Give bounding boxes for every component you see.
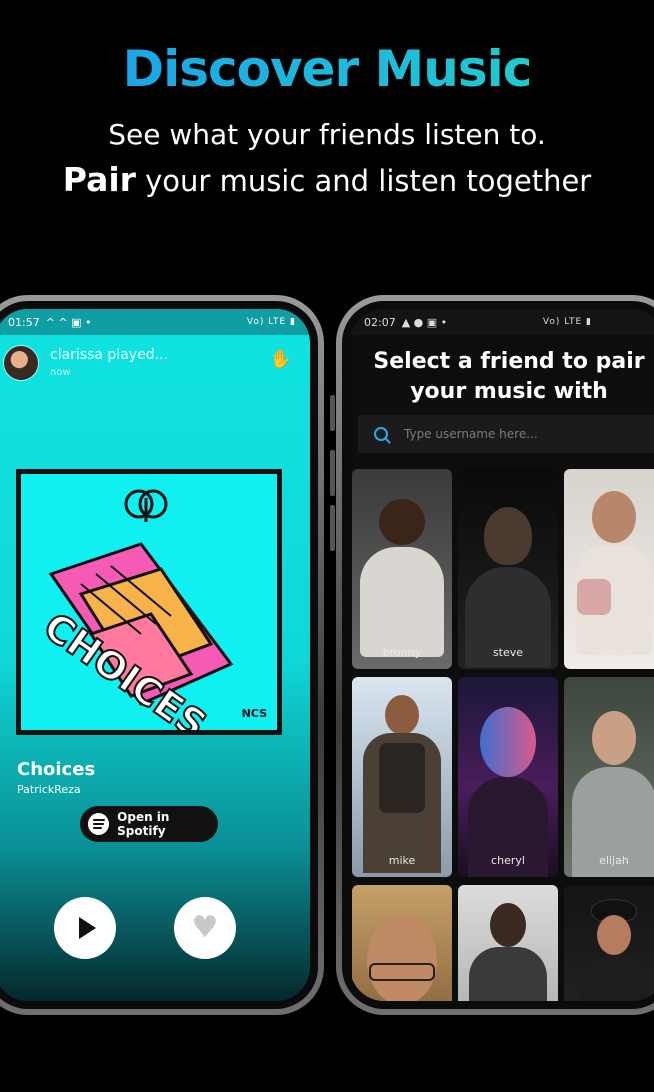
side-button (330, 450, 335, 496)
pair-friend-screen: 02:07 ▲ ● ▣ • Vo) LTE ▮ Select a friend … (350, 309, 654, 1001)
friend-card-bronny[interactable]: bronny (352, 469, 452, 669)
friend-card-elijah[interactable]: elijah (564, 677, 654, 877)
side-button (330, 505, 335, 551)
friend-card[interactable] (352, 885, 452, 1001)
heart-icon: ♥ (191, 910, 219, 945)
friend-name: mike (388, 854, 416, 867)
album-cover: CHOICES NCS (16, 469, 282, 735)
tagline-line-1: See what your friends listen to. (108, 118, 546, 151)
left-phone-mockup: 01:57 ^ ^ ▣ • Vo) LTE ▮ clarissa played.… (0, 295, 324, 1015)
right-phone-mockup: 02:07 ▲ ● ▣ • Vo) LTE ▮ Select a friend … (336, 295, 654, 1015)
friend-card-steve[interactable]: steve (458, 469, 558, 669)
status-time: 01:57 (8, 315, 40, 329)
status-bar: 02:07 ▲ ● ▣ • Vo) LTE ▮ (350, 309, 654, 335)
friend-name: tamara (594, 646, 634, 659)
friend-name: cheryl (491, 854, 525, 867)
play-button[interactable] (54, 897, 116, 959)
status-signal: Vo) LTE ▮ (542, 317, 592, 327)
pair-screen-title: Select a friend to pair your music with (373, 349, 645, 404)
page-headline: Discover Music (0, 40, 654, 98)
search-input[interactable]: Type username here... (404, 427, 538, 441)
like-button[interactable]: ♥ (174, 897, 236, 959)
friend-name: steve (492, 646, 524, 659)
label-logo: NCS (241, 707, 267, 720)
tagline-rest: your music and listen together (135, 164, 592, 198)
friend-card-mike[interactable]: mike (352, 677, 452, 877)
now-playing-screen: 01:57 ^ ^ ▣ • Vo) LTE ▮ clarissa played.… (0, 309, 310, 1001)
side-button (330, 395, 335, 431)
friend-name: bronny (382, 646, 422, 659)
spotify-icon (88, 813, 110, 835)
friend-card-tamara[interactable]: tamara (564, 469, 654, 669)
friends-grid: bronny steve tamara mike cheryl elijah (352, 469, 654, 1001)
open-in-spotify-label: Open in Spotify (117, 810, 170, 838)
notification-title: clarissa played... (50, 347, 168, 363)
friend-activity-notification[interactable]: clarissa played... now ✋ (0, 335, 310, 385)
friend-card[interactable] (564, 885, 654, 1001)
username-search-bar[interactable]: Type username here... (358, 415, 654, 453)
artist-logo-icon (124, 489, 168, 522)
tagline-line-2: Pair your music and listen together (0, 160, 654, 199)
play-icon (79, 917, 96, 939)
song-artist: PatrickReza (17, 783, 81, 796)
status-icons: ^ ^ ▣ • (45, 315, 92, 329)
status-time: 02:07 (364, 315, 396, 329)
friend-name: elijah (599, 854, 629, 867)
search-icon (374, 427, 388, 441)
avatar[interactable] (3, 345, 39, 381)
open-in-spotify-button[interactable]: Open in Spotify (80, 806, 218, 842)
friend-card-cheryl[interactable]: cheryl (458, 677, 558, 877)
friend-card[interactable] (458, 885, 558, 1001)
notification-time: now (50, 367, 71, 378)
wave-hands-icon[interactable]: ✋ (270, 349, 292, 370)
status-signal: Vo) LTE ▮ (246, 317, 296, 327)
tagline-bold-word: Pair (62, 160, 136, 199)
song-title: Choices (17, 759, 96, 780)
status-icons: ▲ ● ▣ • (401, 315, 448, 329)
status-bar: 01:57 ^ ^ ▣ • Vo) LTE ▮ (0, 309, 310, 335)
